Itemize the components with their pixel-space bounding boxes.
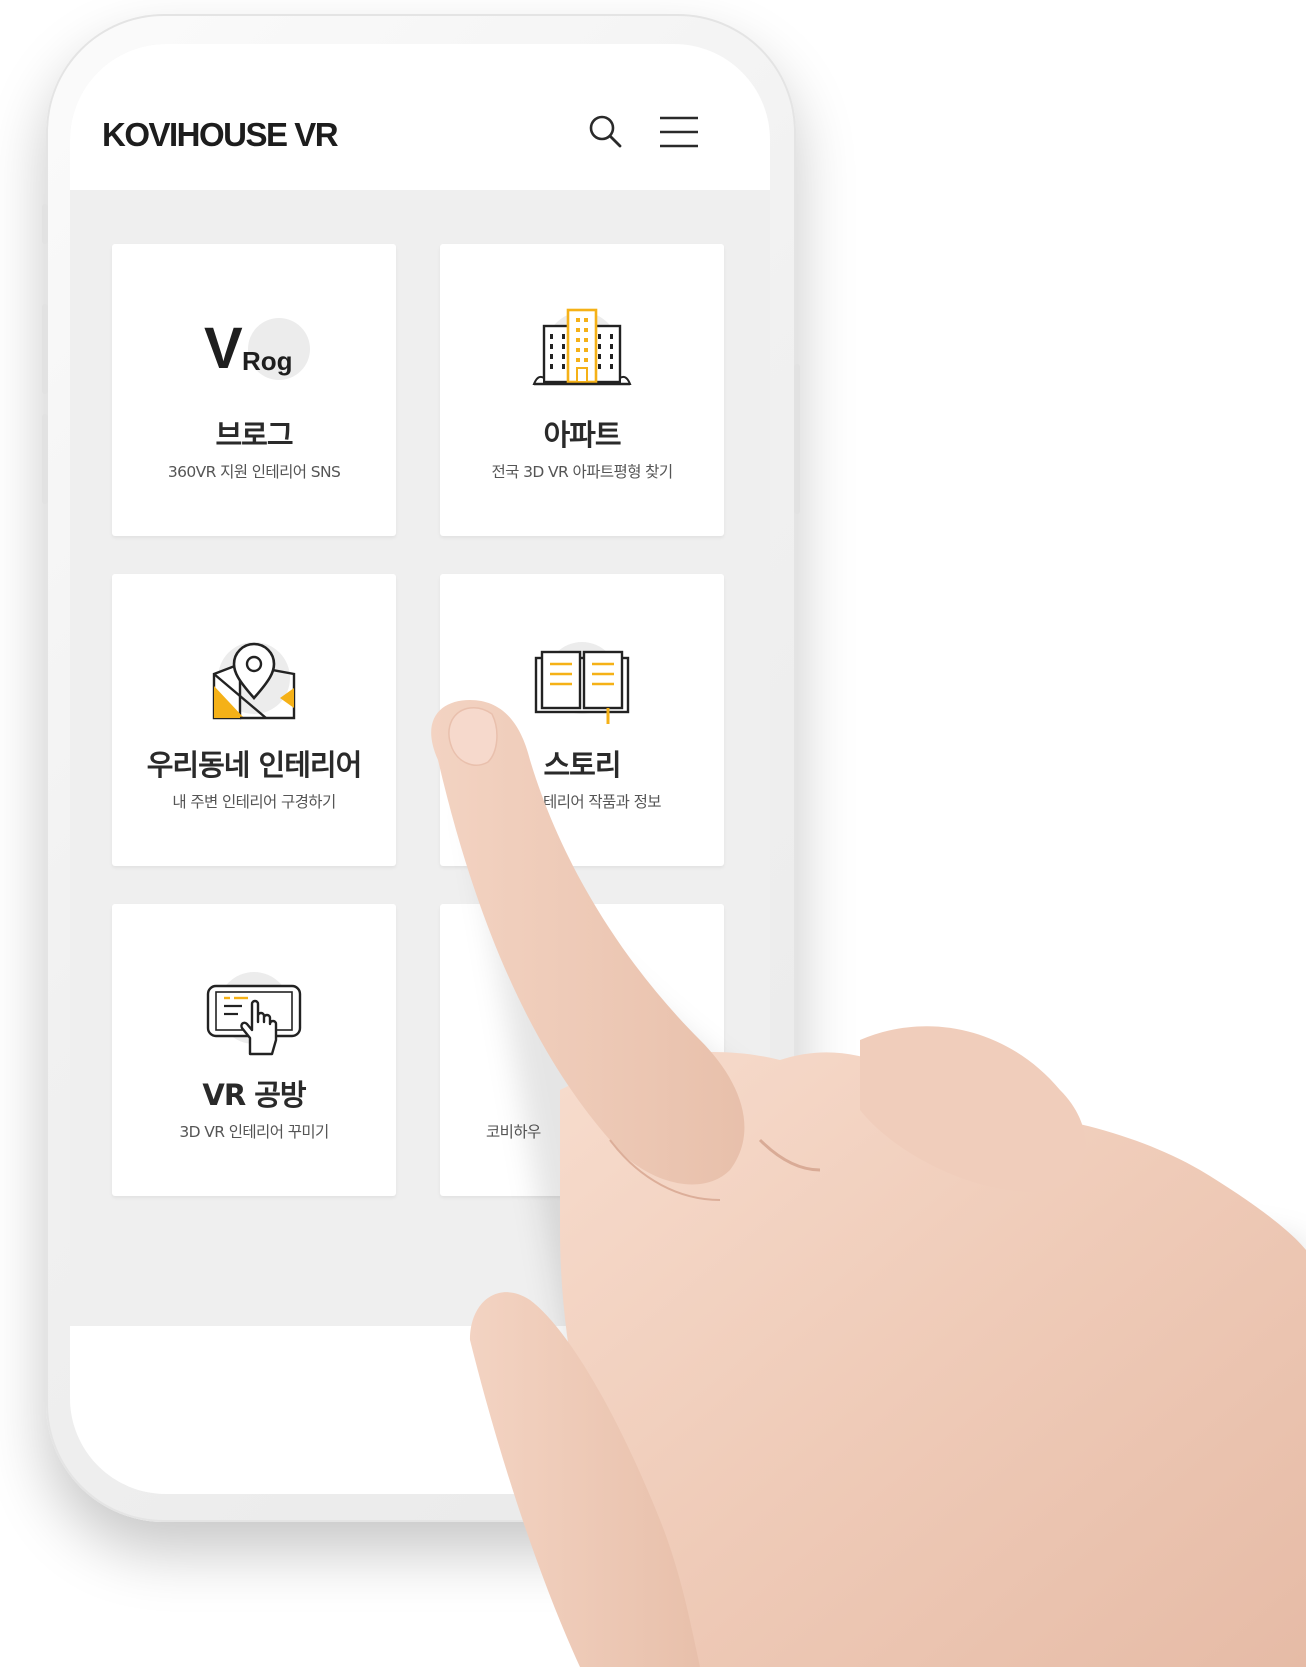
map-pin-icon bbox=[204, 634, 304, 734]
phone-side-button bbox=[42, 304, 48, 394]
card-neighborhood-interior[interactable]: 우리동네 인테리어 내 주변 인테리어 구경하기 bbox=[112, 574, 396, 866]
card-subtitle: 코비하우 bbox=[486, 1123, 541, 1141]
card-subtitle: 테리어 작품과 정보 bbox=[543, 793, 662, 811]
apartment-building-icon bbox=[532, 304, 632, 404]
card-vrog[interactable]: V Rog 브로그 360VR 지원 인테리어 SNS bbox=[112, 244, 396, 536]
phone-screen: KOVIHOUSE VR V Rog 브로그 360VR 지원 인테리어 SNS… bbox=[70, 44, 770, 1494]
hamburger-menu-icon[interactable] bbox=[656, 110, 702, 154]
app-header: KOVIHOUSE VR bbox=[70, 44, 770, 190]
app-title[interactable]: KOVIHOUSE VR bbox=[102, 116, 339, 154]
app-footer bbox=[70, 1326, 770, 1494]
card-title: 아파트 bbox=[543, 418, 621, 452]
open-book-icon bbox=[532, 634, 632, 734]
card-subtitle: 360VR 지원 인테리어 SNS bbox=[167, 463, 341, 481]
phone-side-button bbox=[794, 364, 800, 514]
card-apartment[interactable]: 아파트 전국 3D VR 아파트평형 찾기 bbox=[440, 244, 724, 536]
menu-grid: V Rog 브로그 360VR 지원 인테리어 SNS 아파트 전국 3D VR… bbox=[70, 190, 770, 1326]
card-title: 우리동네 인테리어 bbox=[146, 748, 363, 782]
stage: KOVIHOUSE VR V Rog 브로그 360VR 지원 인테리어 SNS… bbox=[0, 0, 1306, 1667]
card-subtitle: 3D VR 인테리어 꾸미기 bbox=[179, 1123, 329, 1141]
card-kovihouse[interactable]: 코비하우 bbox=[440, 904, 724, 1196]
card-title: 브로그 bbox=[215, 418, 293, 452]
card-vr-workshop[interactable]: VR 공방 3D VR 인테리어 꾸미기 bbox=[112, 904, 396, 1196]
phone-side-button bbox=[42, 204, 48, 244]
phone-frame: KOVIHOUSE VR V Rog 브로그 360VR 지원 인테리어 SNS… bbox=[42, 14, 800, 1522]
tablet-touch-icon bbox=[204, 964, 304, 1064]
svg-text:V: V bbox=[204, 316, 243, 381]
card-story[interactable]: 스토리 테리어 작품과 정보 bbox=[440, 574, 724, 866]
card-title: VR 공방 bbox=[202, 1078, 306, 1112]
card-subtitle: 전국 3D VR 아파트평형 찾기 bbox=[491, 463, 673, 481]
svg-text:Rog: Rog bbox=[242, 346, 293, 376]
phone-side-button bbox=[42, 414, 48, 504]
card-title: 스토리 bbox=[543, 748, 621, 782]
vrog-logo-icon: V Rog bbox=[204, 304, 310, 404]
search-icon[interactable] bbox=[584, 110, 628, 154]
card-subtitle: 내 주변 인테리어 구경하기 bbox=[172, 793, 336, 811]
